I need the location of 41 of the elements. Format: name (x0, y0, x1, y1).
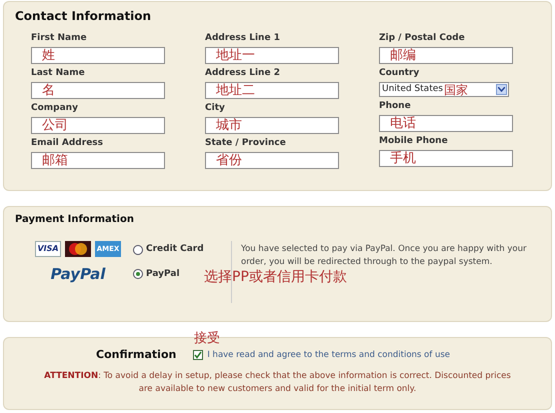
field-label: Zip / Postal Code (379, 32, 466, 45)
input-field[interactable]: 邮编 (379, 47, 513, 64)
field-label: Address Line 1 (205, 32, 281, 45)
field-label: Mobile Phone (379, 135, 449, 148)
radio-label[interactable]: Credit Card (146, 243, 204, 256)
radio-label[interactable]: PayPal (146, 268, 180, 281)
input-field[interactable]: 公司 (31, 117, 165, 134)
input-field[interactable]: 地址二 (205, 82, 339, 99)
annotation: 接受 (194, 332, 220, 345)
input-field[interactable]: 手机 (379, 150, 513, 167)
field-label: First Name (31, 32, 88, 45)
section-title: Contact Information (15, 8, 152, 25)
input-field[interactable]: 姓 (31, 47, 165, 64)
input-field[interactable]: 地址一 (205, 47, 339, 64)
input-field[interactable]: 电话 (379, 115, 513, 132)
radio-button[interactable] (133, 269, 143, 280)
mastercard-card (65, 241, 91, 257)
field-label: Country (379, 67, 420, 80)
input-field[interactable]: 省份 (205, 152, 339, 169)
field-label: Company (31, 102, 79, 115)
radio-button[interactable] (133, 244, 143, 255)
field-label: State / Province (205, 137, 287, 150)
field-label: Last Name (31, 67, 86, 80)
dropdown-icon (496, 84, 507, 95)
checkbox[interactable] (193, 350, 204, 360)
terms-label[interactable]: I have read and agree to the terms and conditions of use (207, 348, 450, 362)
visa-card: VISA (35, 241, 61, 257)
field-label: Email Address (31, 137, 104, 150)
field-label: Address Line 2 (205, 67, 281, 80)
section-title: Confirmation (96, 347, 176, 363)
section-title: Payment Information (15, 213, 135, 227)
payment-message: You have selected to pay via PayPal. Once you are happy with your order, you will be redirected through to the paypal system. (241, 243, 527, 269)
input-field[interactable]: 名 (31, 82, 165, 99)
annotation: 国家 (444, 84, 468, 96)
input-field[interactable]: 邮箱 (31, 152, 165, 169)
paypal-logo: PayPal (50, 264, 106, 285)
input-field[interactable]: 城市 (205, 117, 339, 134)
field-label: City (205, 102, 226, 115)
field-label: Phone (379, 100, 412, 113)
annotation: 选择PP或者信用卡付款 (204, 270, 347, 284)
attention-message: ATTENTION: To avoid a delay in setup, please check that the above information is correct. Discounted prices are available to new customers and valid for the initial term only. (43, 370, 512, 396)
